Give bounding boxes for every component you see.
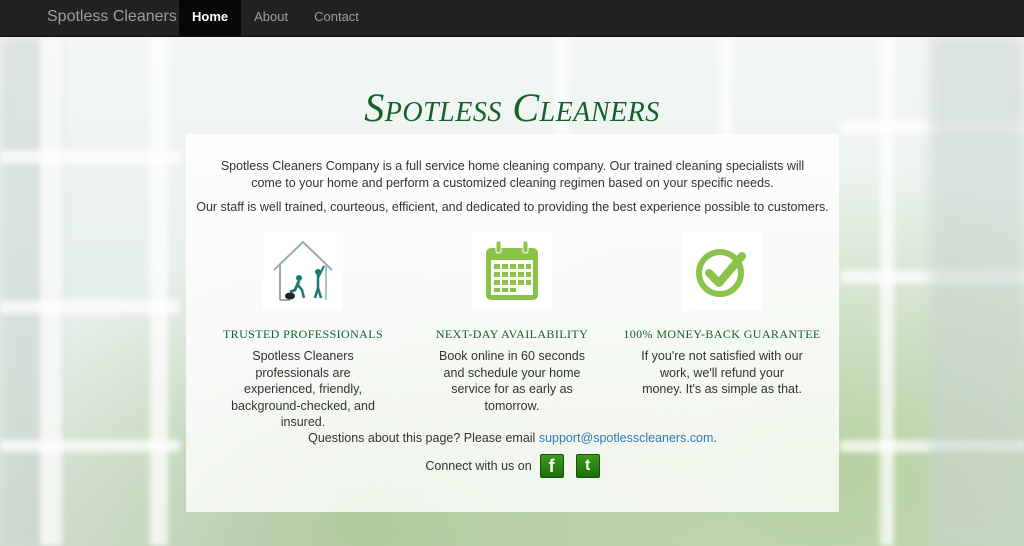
feature-heading: TRUSTED PROFESSIONALS — [222, 327, 384, 341]
feature-description: If you're not satisfied with our work, w… — [641, 349, 803, 396]
twitter-icon[interactable]: t — [575, 454, 600, 478]
page-title: Spotless Cleaners — [364, 85, 660, 130]
support-email-link[interactable]: support@spotlesscleaners.com — [539, 431, 714, 445]
contact-question: Questions about this page? Please email — [308, 431, 536, 445]
nav-item-about[interactable]: About — [241, 0, 301, 36]
feature-description: Spotless Cleaners professionals are expe… — [231, 349, 375, 429]
facebook-icon[interactable]: f — [539, 454, 564, 478]
intro-text: Spotless Cleaners Company is a full serv… — [186, 158, 839, 223]
nav-menu: Home About Contact — [179, 0, 372, 36]
contact-line: Questions about this page? Please email … — [186, 431, 839, 445]
feature-availability: NEXT-DAY AVAILABILITY Book online in 60 … — [402, 231, 622, 414]
intro-paragraph-2: Our staff is well trained, courteous, ef… — [196, 200, 829, 214]
navbar: Spotless Cleaners Home About Contact — [0, 0, 1024, 37]
calendar-icon — [472, 231, 552, 311]
nav-item-home[interactable]: Home — [179, 0, 242, 36]
checkmark-icon — [682, 231, 762, 311]
house-cleaning-icon — [263, 231, 343, 311]
brand-link[interactable]: Spotless Cleaners — [47, 0, 177, 33]
feature-guarantee: 100% MONEY-BACK GUARANTEE If you're not … — [612, 231, 832, 398]
intro-paragraph-1: Spotless Cleaners Company is a full serv… — [220, 159, 805, 190]
connect-label: Connect with us on — [425, 459, 532, 473]
feature-trusted: TRUSTED PROFESSIONALS Spotless Cleaners … — [193, 231, 413, 431]
content-panel: Spotless Cleaners Company is a full serv… — [186, 134, 839, 512]
contact-period: . — [713, 431, 717, 445]
feature-heading: 100% MONEY-BACK GUARANTEE — [623, 327, 821, 341]
feature-heading: NEXT-DAY AVAILABILITY — [435, 327, 589, 341]
feature-description: Book online in 60 seconds and schedule y… — [439, 349, 585, 413]
nav-item-contact[interactable]: Contact — [301, 0, 372, 36]
social-links: Connect with us on f t — [186, 454, 839, 478]
